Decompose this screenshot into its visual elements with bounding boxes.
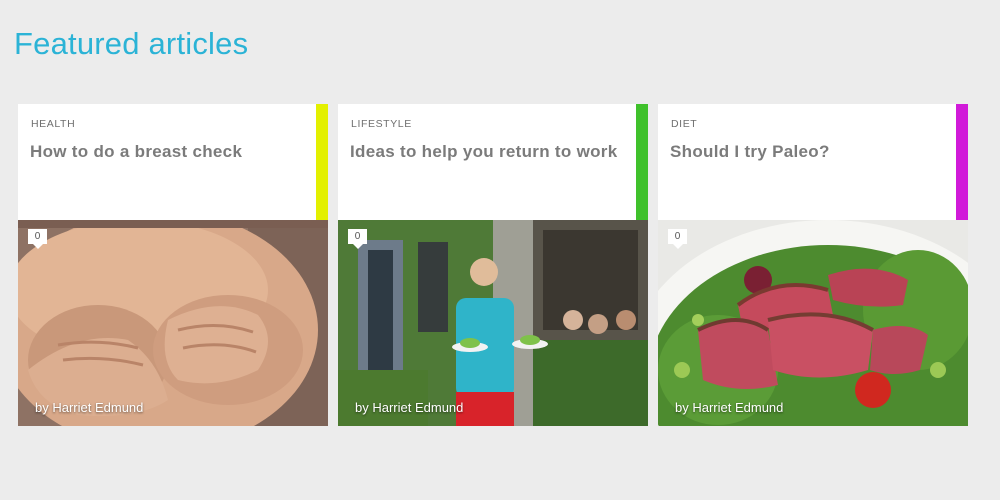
steak-salad-photo — [658, 220, 968, 426]
article-image[interactable]: 0 by Harriet Edmund — [18, 220, 328, 426]
article-category: DIET — [671, 118, 698, 130]
featured-articles-list: HEALTH How to do a breast check 0 by Har… — [18, 104, 968, 426]
section-title: Featured articles — [14, 26, 249, 61]
article-card-health[interactable]: HEALTH How to do a breast check 0 by Har… — [18, 104, 328, 426]
category-accent-stripe — [956, 104, 968, 220]
article-title[interactable]: How to do a breast check — [30, 140, 300, 164]
article-image[interactable]: 0 by Harriet Edmund — [338, 220, 648, 426]
article-card-lifestyle[interactable]: LIFESTYLE Ideas to help you return to wo… — [338, 104, 648, 426]
article-card-diet[interactable]: DIET Should I try Paleo? 0 by Harriet Ed… — [658, 104, 968, 426]
article-title[interactable]: Ideas to help you return to work — [350, 140, 620, 164]
article-image[interactable]: 0 by Harriet Edmund — [658, 220, 968, 426]
article-byline[interactable]: by Harriet Edmund — [35, 400, 143, 415]
waiter-with-plates-photo — [338, 220, 648, 426]
article-byline[interactable]: by Harriet Edmund — [675, 400, 783, 415]
article-category: HEALTH — [31, 118, 76, 130]
comment-count-badge[interactable]: 0 — [668, 229, 687, 249]
card-header: HEALTH How to do a breast check — [18, 104, 328, 220]
comment-count-badge[interactable]: 0 — [28, 229, 47, 249]
article-byline[interactable]: by Harriet Edmund — [355, 400, 463, 415]
category-accent-stripe — [316, 104, 328, 220]
category-accent-stripe — [636, 104, 648, 220]
article-category: LIFESTYLE — [351, 118, 412, 130]
article-title[interactable]: Should I try Paleo? — [670, 140, 940, 164]
card-header: LIFESTYLE Ideas to help you return to wo… — [338, 104, 648, 220]
card-header: DIET Should I try Paleo? — [658, 104, 968, 220]
comment-count-badge[interactable]: 0 — [348, 229, 367, 249]
hands-on-chest-photo — [18, 220, 328, 426]
